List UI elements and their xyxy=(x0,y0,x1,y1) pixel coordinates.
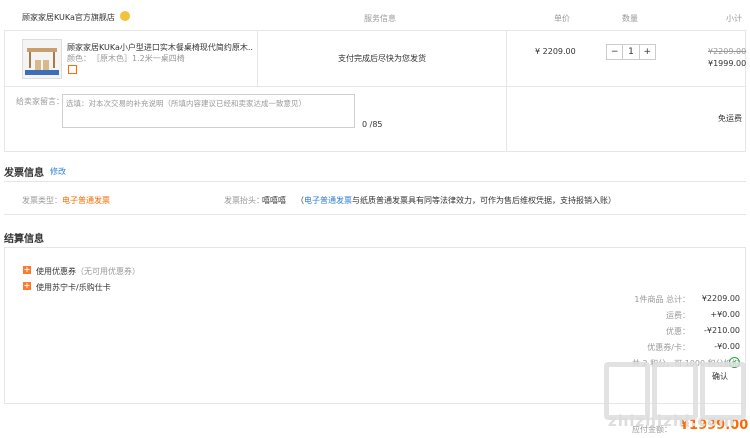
invoice-note: （电子普通发票与纸质普通发票具有同等法律效力，可作为售后维权凭据，支持报销入账） xyxy=(296,195,616,206)
summary-label: 优惠券/卡： xyxy=(647,343,690,352)
column-header-service: 服务信息 xyxy=(364,14,396,23)
coupon-label[interactable]: 使用优惠券（无可用优惠券） xyxy=(36,266,140,277)
message-char-counter: 0 /85 xyxy=(362,120,383,129)
invoice-note-link[interactable]: 电子普通发票 xyxy=(304,196,352,205)
shipping-fee: 免运费 xyxy=(718,114,742,123)
invoice-note-text: 与纸质普通发票具有同等法律效力，可作为售后维权凭据，支持报销入账） xyxy=(352,196,616,205)
divider xyxy=(4,151,746,152)
summary-value: -¥0.00 xyxy=(714,342,740,351)
divider xyxy=(4,30,5,151)
invoice-note-prefix: （ xyxy=(296,196,304,205)
product-color-label: 颜色： xyxy=(67,54,91,63)
coupon-note: （无可用优惠券） xyxy=(76,267,140,276)
store-name[interactable]: 顾家家居KUKa官方旗舰店 xyxy=(22,12,115,23)
seller-message-input[interactable]: 选填：对本次交易的补充说明（所填内容建议已经和卖家达成一致意见） xyxy=(62,94,355,128)
expand-card-icon[interactable]: + xyxy=(23,282,31,290)
divider xyxy=(257,30,258,86)
summary-value: -¥210.00 xyxy=(704,326,740,335)
quantity-minus-button[interactable]: − xyxy=(607,45,622,59)
store-badge-icon xyxy=(120,11,130,21)
subtotal: ¥1999.00 xyxy=(708,59,747,68)
invoice-type-label: 发票类型： xyxy=(22,196,62,205)
quantity-input[interactable]: 1 xyxy=(622,45,640,59)
product-title[interactable]: 顾家家居KUKa小户型进口实木餐桌椅现代简约原木... xyxy=(67,42,253,53)
summary-label: 优惠： xyxy=(666,327,690,336)
column-header-subtotal: 小计 xyxy=(726,14,742,23)
divider xyxy=(4,214,746,215)
product-color-value: ［原木色］1.2米一桌四椅 xyxy=(92,54,185,63)
quantity-stepper[interactable]: − 1 + xyxy=(606,44,656,60)
coupon-label-text: 使用优惠券 xyxy=(36,267,76,276)
divider xyxy=(506,30,507,151)
message-placeholder: 选填：对本次交易的补充说明（所填内容建议已经和卖家达成一致意见） xyxy=(66,99,306,108)
expand-coupon-icon[interactable]: + xyxy=(23,266,31,274)
summary-label: 运费： xyxy=(666,311,690,320)
service-text: 支付完成后尽快为您发货 xyxy=(338,54,426,63)
service-guarantee-icon xyxy=(68,65,77,74)
invoice-edit-link[interactable]: 修改 xyxy=(50,166,66,177)
summary-value: ¥2209.00 xyxy=(701,294,740,303)
message-label: 给卖家留言： xyxy=(16,97,64,106)
summary-label: 1件商品 总计： xyxy=(634,295,690,304)
divider xyxy=(4,181,746,182)
divider xyxy=(4,86,746,87)
invoice-section-title: 发票信息 xyxy=(4,168,44,179)
divider xyxy=(4,30,746,31)
original-subtotal: ¥2209.00 xyxy=(708,47,747,56)
invoice-header-label: 发票抬头： xyxy=(224,196,264,205)
divider xyxy=(4,247,5,403)
settlement-section-title: 结算信息 xyxy=(4,234,44,245)
unit-price: ¥ 2209.00 xyxy=(535,47,576,56)
quantity-plus-button[interactable]: + xyxy=(640,45,655,59)
watermark-text: zhizhizhi.com xyxy=(608,412,736,430)
invoice-header-value: 嘻嘻嘻 xyxy=(262,196,286,205)
card-label[interactable]: 使用苏宁卡/乐购仕卡 xyxy=(36,282,111,293)
column-header-quantity: 数量 xyxy=(622,14,638,23)
column-header-price: 单价 xyxy=(554,14,570,23)
product-thumbnail[interactable] xyxy=(22,39,62,79)
watermark: zhizhizhi.com xyxy=(604,362,746,430)
summary-value: +¥0.00 xyxy=(710,310,740,319)
divider xyxy=(4,247,746,248)
dining-set-image xyxy=(25,48,59,75)
invoice-type-value: 电子普通发票 xyxy=(62,196,110,205)
